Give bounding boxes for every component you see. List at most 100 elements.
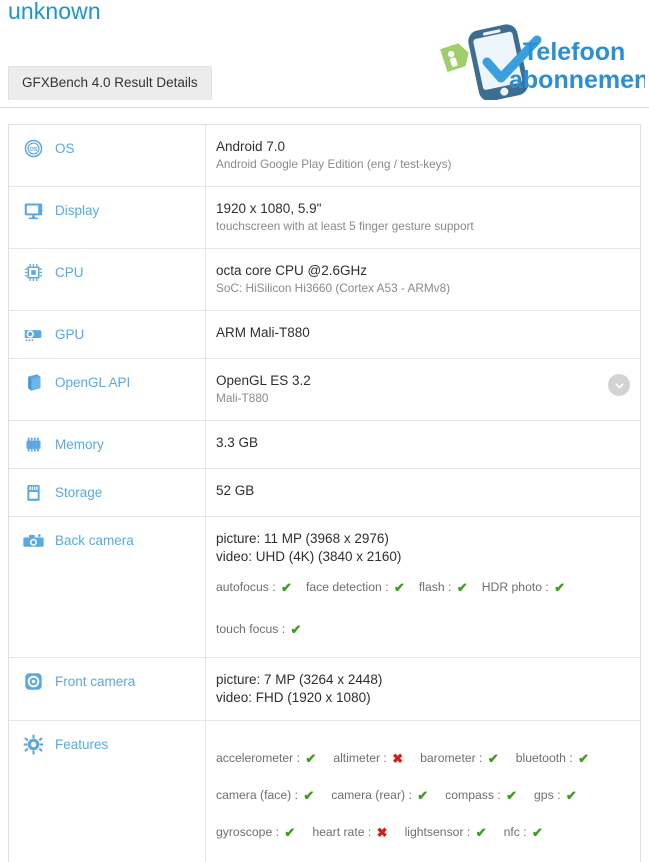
check-icon: ✔ [554,580,565,595]
table-row: Back camera picture: 11 MP (3968 x 2976)v… [9,517,640,658]
feature-flag: camera (face) : ✔ [216,777,314,814]
expand-row-button[interactable] [608,374,630,396]
check-icon: ✔ [566,788,577,803]
table-row: OpenGL API OpenGL ES 3.2Mali-T880 [9,359,640,421]
tab-gfxbench-result-details[interactable]: GFXBench 4.0 Result Details [8,66,212,100]
spec-value-main: 1920 x 1080, 5.9" [216,200,626,218]
feature-flag-label: flash [419,580,445,594]
spec-label-cell: Display [9,187,206,248]
spec-label[interactable]: OS [55,138,75,158]
back-camera-icon [23,530,44,551]
check-icon: ✔ [488,751,499,766]
feature-flag-label: touch focus [216,622,278,636]
front-camera-icon [23,671,44,692]
cpu-icon [23,262,44,283]
tabstrip: GFXBench 4.0 Result Details [0,66,649,108]
feature-flag-label: accelerometer [216,751,293,765]
table-row: Front camera picture: 7 MP (3264 x 2448)v… [9,658,640,721]
spec-value-cell: Android 7.0Android Google Play Edition (… [206,125,640,186]
storage-icon [23,482,44,503]
spec-label[interactable]: Front camera [55,671,135,691]
spec-label[interactable]: Memory [55,434,104,454]
spec-table: OS OS Android 7.0Android Google Play Editi… [8,124,641,862]
feature-flag: face detection : ✔ [306,573,405,602]
spec-value-cell: 52 GB [206,469,640,516]
feature-flag-label: bluetooth [516,751,566,765]
feature-flag: bluetooth : ✔ [516,740,589,777]
feature-flag: touch focus : ✔ [216,615,301,644]
spec-label-cell: Memory [9,421,206,468]
spec-label[interactable]: Storage [55,482,102,502]
feature-flag-label: camera (face) [216,788,291,802]
features-icon [23,734,44,755]
spec-value-main: OpenGL ES 3.2 [216,372,626,390]
feature-flag-label: autofocus [216,580,269,594]
spec-label[interactable]: Display [55,200,99,220]
feature-flag-label: heart rate [312,825,364,839]
feature-flag: pedometer : ✔ [216,851,297,862]
spec-value-main: Android 7.0 [216,138,626,156]
spec-value-cell: accelerometer : ✔altimeter : ✖barometer … [206,721,640,862]
feature-flag: gps : ✔ [534,777,577,814]
feature-flag: camera (rear) : ✔ [331,777,428,814]
check-icon: ✔ [284,825,295,840]
feature-flag: HDR photo : ✔ [482,573,565,602]
spec-value-sub: SoC: HiSilicon Hi3660 (Cortex A53 - ARMv… [216,280,626,297]
tab-underline [0,107,649,108]
spec-value-main: 52 GB [216,482,626,500]
spec-value-main: video: FHD (1920 x 1080) [216,689,626,707]
feature-flag: accelerometer : ✔ [216,740,316,777]
table-row: GPU ARM Mali-T880 [9,311,640,359]
feature-flag-label: HDR photo [482,580,542,594]
gpu-icon [23,324,44,345]
spec-label-cell: Back camera [9,517,206,657]
spec-label[interactable]: Features [55,734,108,754]
table-row: Memory 3.3 GB [9,421,640,469]
spec-label[interactable]: OpenGL API [55,372,130,392]
check-icon: ✔ [281,580,292,595]
table-row: OS OS Android 7.0Android Google Play Editi… [9,125,640,187]
feature-flag-label: face detection [306,580,382,594]
feature-flag-label: camera (rear) [331,788,405,802]
spec-value-cell: OpenGL ES 3.2Mali-T880 [206,359,640,420]
page-title: unknown [8,0,101,26]
spec-value-main: ARM Mali-T880 [216,324,626,342]
feature-flag: proximity : ✔ [314,851,386,862]
spec-label[interactable]: GPU [55,324,84,344]
check-icon: ✔ [417,788,428,803]
spec-value-cell: 3.3 GB [206,421,640,468]
spec-label[interactable]: Back camera [55,530,134,550]
feature-flag: simcards : 1 [403,851,469,862]
spec-value-sub: touchscreen with at least 5 finger gestu… [216,218,626,235]
spec-value-main: picture: 11 MP (3968 x 2976) [216,530,626,548]
spec-value-cell: 1920 x 1080, 5.9"touchscreen with at lea… [206,187,640,248]
memory-icon [23,434,44,455]
spec-label-cell: Storage [9,469,206,516]
spec-value-sub: Android Google Play Edition (eng / test-… [216,156,626,173]
table-row: Display 1920 x 1080, 5.9"touchscreen with… [9,187,640,249]
cross-icon: ✖ [377,825,388,840]
spec-value-cell: picture: 11 MP (3968 x 2976)video: UHD (… [206,517,640,657]
feature-flag-list: accelerometer : ✔altimeter : ✖barometer … [216,740,626,862]
check-icon: ✔ [291,622,302,637]
feature-flag: barometer : ✔ [420,740,499,777]
check-icon: ✔ [394,580,405,595]
check-icon: ✔ [303,788,314,803]
spec-label[interactable]: CPU [55,262,84,282]
feature-flag-list: autofocus : ✔face detection : ✔flash : ✔… [216,572,626,644]
spec-label-cell: GPU [9,311,206,358]
feature-flag-label: compass [445,788,494,802]
os-icon: OS [23,138,44,159]
cross-icon: ✖ [392,751,403,766]
feature-flag: nfc : ✔ [504,814,543,851]
spec-value-main: picture: 7 MP (3264 x 2448) [216,671,626,689]
spec-value-main: video: UHD (4K) (3840 x 2160) [216,548,626,566]
chevron-down-icon [613,379,626,392]
check-icon: ✔ [578,751,589,766]
spec-value-cell: ARM Mali-T880 [206,311,640,358]
display-icon [23,200,44,221]
feature-flag-label: lightsensor [405,825,464,839]
logo-line1: Telefoon [523,38,625,66]
table-row: Storage 52 GB [9,469,640,517]
feature-flag-label: gyroscope [216,825,272,839]
